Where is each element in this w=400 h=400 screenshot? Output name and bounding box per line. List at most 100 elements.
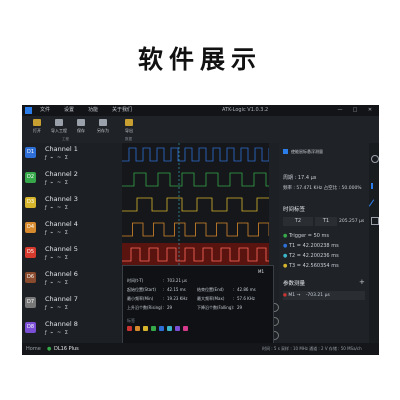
waveform-icon[interactable] — [371, 183, 379, 189]
channel-row[interactable]: D4 Channel 4 ƒ ⌁ ~ Σ — [22, 218, 122, 241]
save-icon — [77, 119, 85, 126]
t-from-select[interactable]: T2 — [283, 217, 313, 226]
color-swatch[interactable] — [143, 326, 148, 331]
t3-label: T3 = 42.560354 ms — [288, 263, 339, 269]
app-window: 文件 设置 功能 关于我们 ATK-Logic V1.0.3.2 — □ ✕ 打… — [22, 105, 379, 355]
channel-controls[interactable]: ƒ ⌁ ~ Σ — [45, 330, 69, 336]
channel-controls[interactable]: ƒ ⌁ ~ Σ — [45, 280, 69, 286]
open-button[interactable]: 打开 — [26, 119, 48, 134]
cursor-icon[interactable] — [368, 199, 375, 207]
title-bar: 文件 设置 功能 关于我们 ATK-Logic V1.0.3.2 — □ ✕ — [22, 105, 379, 116]
measure-cell: 最大频率(Max) — [197, 296, 225, 301]
save-label: 保存 — [77, 128, 85, 133]
waveform-trace — [122, 147, 269, 162]
menu-about[interactable]: 关于我们 — [112, 105, 132, 116]
measure-cell: 起始位置(Start) — [127, 287, 156, 292]
measure-m1-row[interactable]: ● M1 → -703.21 μs — [283, 291, 365, 300]
m1-dot-icon: ● — [283, 293, 287, 298]
channel-row[interactable]: D3 Channel 3 ƒ ⌁ ~ Σ — [22, 193, 122, 216]
measure-cell: 42.86 ms — [237, 287, 256, 292]
color-swatch[interactable] — [135, 326, 140, 331]
delta-value: 205.257 μs — [339, 219, 365, 224]
capture-info: 时间 : 5 s 采样 : 10 MHz 通道 : 2 V 存储 : 50 MS… — [262, 346, 362, 351]
decoder-icon[interactable] — [371, 217, 379, 225]
gear-icon[interactable] — [371, 155, 379, 163]
measure-cell: 最小频率(Min) — [127, 296, 154, 301]
channel-controls[interactable]: ƒ ⌁ ~ Σ — [45, 305, 69, 311]
m1-value: -703.21 μs — [305, 293, 330, 298]
device-tab[interactable]: DL16 Plus — [54, 343, 79, 355]
add-measure-button[interactable]: + — [359, 278, 365, 286]
channel-row[interactable]: D5 Channel 5 ƒ ⌁ ~ Σ — [22, 243, 122, 266]
color-swatches — [127, 326, 207, 332]
export-label: 导出 — [125, 128, 133, 133]
folder-icon — [33, 119, 41, 126]
channel-badge: D1 — [25, 147, 36, 158]
color-swatch[interactable] — [151, 326, 156, 331]
maximize-icon[interactable]: □ — [348, 105, 362, 116]
export-icon — [125, 119, 133, 126]
app-logo-icon — [25, 107, 32, 114]
channel-row[interactable]: D2 Channel 2 ƒ ⌁ ~ Σ — [22, 168, 122, 191]
channel-row[interactable]: D6 Channel 6 ƒ ⌁ ~ Σ — [22, 268, 122, 291]
channel-controls[interactable]: ƒ ⌁ ~ Σ — [45, 205, 69, 211]
color-swatch[interactable] — [183, 326, 188, 331]
home-tab[interactable]: Home — [26, 343, 41, 355]
measure-cell: 57.6 KHz — [237, 296, 255, 301]
channel-row[interactable]: D7 Channel 7 ƒ ⌁ ~ Σ — [22, 293, 122, 316]
measure-cell: : — [233, 287, 235, 292]
save-as-button[interactable]: 另存为 — [92, 119, 114, 134]
menu-function[interactable]: 功能 — [88, 105, 98, 116]
channel-name: Channel 8 — [45, 320, 78, 328]
channel-badge: D4 — [25, 222, 36, 233]
toolbar-group-data: 数据 — [125, 137, 132, 141]
color-swatch[interactable] — [159, 326, 164, 331]
t-to-select[interactable]: T1 — [315, 217, 337, 226]
t2-label: T2 = 42.200236 ms — [288, 253, 339, 259]
color-swatch[interactable] — [167, 326, 172, 331]
channel-row[interactable]: D1 Channel 1 ƒ ⌁ ~ Σ — [22, 143, 122, 166]
channel-controls[interactable]: ƒ ⌁ ~ Σ — [45, 255, 69, 261]
channel-badge: D6 — [25, 272, 36, 283]
measure-cell: 下降沿个数(Falling) — [197, 305, 233, 310]
channel-name: Channel 3 — [45, 195, 78, 203]
channel-controls[interactable]: ƒ ⌁ ~ Σ — [45, 180, 69, 186]
menu-file[interactable]: 文件 — [40, 105, 50, 116]
measure-cell: : — [163, 278, 165, 283]
m1-label: M1 — [288, 293, 296, 298]
channel-controls[interactable]: ƒ ⌁ ~ Σ — [45, 155, 69, 161]
hover-measure-checkbox[interactable] — [283, 149, 288, 154]
t2-dot-icon: ● — [283, 253, 288, 259]
measure-cell: 结束位置(End) — [197, 287, 224, 292]
measure-cell: 29 — [237, 305, 243, 310]
channel-name: Channel 6 — [45, 270, 78, 278]
channel-name: Channel 2 — [45, 170, 78, 178]
save-as-icon — [99, 119, 107, 126]
menu-settings[interactable]: 设置 — [64, 105, 74, 116]
panel-period: 周期 : 17.4 μs — [283, 175, 317, 181]
hover-measure-label: 使能鼠标悬浮测量 — [291, 149, 323, 154]
t1-dot-icon: ● — [283, 243, 288, 249]
waveform-trace — [122, 172, 269, 187]
t1-label: T1 = 42.200238 ms — [288, 243, 339, 249]
close-icon[interactable]: ✕ — [363, 105, 377, 116]
measure-cell: 时间(t-T) — [127, 278, 144, 283]
toolbar: 打开 导入工程 保存 另存为 导出 工程 数据 — [22, 116, 379, 143]
trigger-row: ● Trigger = 50 ms — [283, 233, 329, 239]
export-button[interactable]: 导出 — [118, 119, 140, 134]
waveform-trace — [122, 222, 269, 237]
measure-cell: 29 — [167, 305, 173, 310]
minimize-icon[interactable]: — — [333, 105, 347, 116]
import-button[interactable]: 导入工程 — [48, 119, 70, 134]
device-status-icon: ● — [47, 346, 52, 352]
channel-name: Channel 5 — [45, 245, 78, 253]
time-section-title: 时间标签 — [283, 207, 306, 213]
t3-dot-icon: ● — [283, 263, 288, 269]
color-swatch[interactable] — [127, 326, 132, 331]
channel-row[interactable]: D8 Channel 8 ƒ ⌁ ~ Σ — [22, 318, 122, 341]
save-button[interactable]: 保存 — [70, 119, 92, 134]
color-swatch[interactable] — [175, 326, 180, 331]
channel-controls[interactable]: ƒ ⌁ ~ Σ — [45, 230, 69, 236]
right-panel: 使能鼠标悬浮测量 周期 : 17.4 μs 频率 : 57.471 KHz 占空… — [279, 143, 369, 343]
measure-cell: 703.21 μs — [167, 278, 187, 283]
